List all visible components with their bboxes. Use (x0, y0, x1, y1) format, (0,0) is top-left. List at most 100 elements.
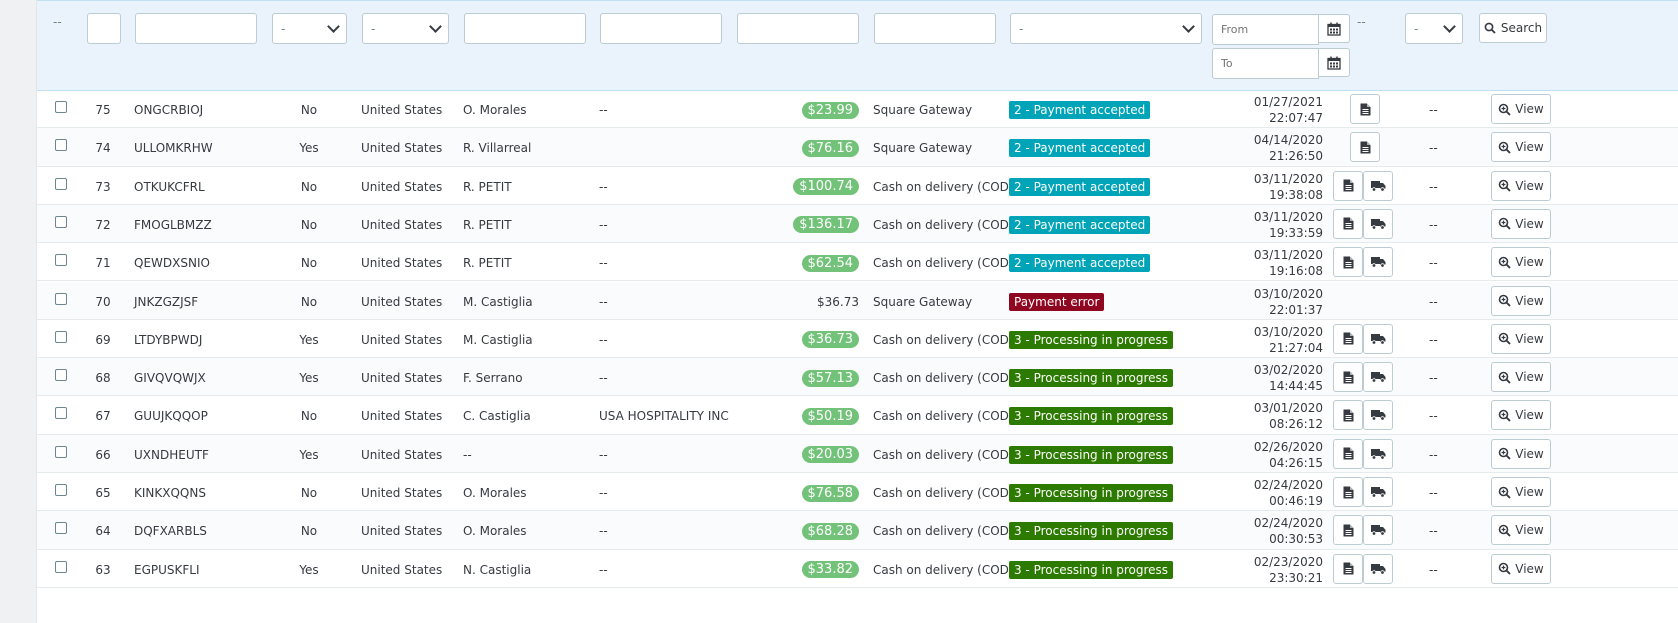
row-checkbox[interactable] (55, 560, 67, 573)
search-plus-icon (1498, 217, 1511, 231)
company-filter-input[interactable] (600, 13, 722, 44)
invoice-button[interactable] (1333, 477, 1363, 507)
row-checkbox[interactable] (55, 445, 67, 458)
calendar-icon[interactable] (1319, 14, 1350, 43)
calendar-icon[interactable] (1319, 48, 1350, 77)
table-row[interactable]: 74 ULLOMKRHW Yes United States R. Villarreal… (37, 128, 1678, 167)
delivery-slip-button[interactable] (1363, 438, 1393, 469)
status-filter-select[interactable]: - (1010, 13, 1202, 44)
invoice-button[interactable] (1333, 400, 1363, 431)
customer-name: R. PETIT (463, 217, 512, 232)
table-row[interactable]: 65 KINKXQQNS No United States O. Morales -- $7… (37, 473, 1678, 512)
delivery-slip-button[interactable] (1363, 553, 1393, 584)
truck-icon (1370, 333, 1386, 345)
table-row[interactable]: 64 DQFXARBLS No United States O. Morales -- $6… (37, 511, 1678, 550)
view-button[interactable]: View (1491, 247, 1551, 278)
delivery-slip-button[interactable] (1363, 362, 1393, 393)
table-row[interactable]: 68 GIVQVQWJX Yes United States F. Serrano -- $… (37, 358, 1678, 397)
delivery-slip-button[interactable] (1363, 323, 1393, 354)
view-button[interactable]: View (1491, 553, 1551, 584)
id-filter-input[interactable] (87, 13, 121, 44)
country-filter-select[interactable]: - (362, 13, 449, 44)
row-checkbox[interactable] (55, 139, 67, 152)
row-checkbox[interactable] (55, 215, 67, 228)
order-reference: ULLOMKRHW (134, 141, 213, 156)
date-from-input[interactable] (1212, 14, 1319, 45)
view-button[interactable]: View (1491, 515, 1551, 546)
order-total: $36.73 (737, 282, 859, 322)
payment-method: Cash on delivery (COD) (873, 409, 1014, 424)
view-button[interactable]: View (1491, 323, 1551, 354)
view-button[interactable]: View (1491, 208, 1551, 239)
view-button[interactable]: View (1491, 132, 1551, 163)
invoice-button[interactable] (1350, 94, 1380, 124)
row-checkbox[interactable] (55, 407, 67, 420)
invoice-button[interactable] (1333, 170, 1363, 201)
table-row[interactable]: 71 QEWDXSNIO No United States R. PETIT -- $62.… (37, 243, 1678, 283)
row-checkbox[interactable] (55, 369, 67, 382)
table-row[interactable]: 67 GUUJKQQOP No United States C. Castiglia US… (37, 396, 1678, 435)
order-date-day: 03/11/2020 (1253, 171, 1323, 186)
table-row[interactable]: 72 FMOGLBMZZ No United States R. PETIT -- $136… (37, 204, 1678, 244)
order-date-day: 03/01/2020 (1253, 401, 1323, 416)
order-status: 3 - Processing in progress (1009, 320, 1174, 360)
search-button[interactable]: Search (1479, 13, 1547, 43)
reference-filter-input[interactable] (135, 13, 257, 44)
total-filter-input[interactable] (737, 13, 859, 44)
invoice-button[interactable] (1333, 515, 1363, 546)
customer-filter-input[interactable] (464, 13, 586, 44)
invoice-button[interactable] (1333, 553, 1363, 584)
payment-filter-input[interactable] (874, 13, 996, 44)
table-row[interactable]: 66 UXNDHEUTF Yes United States -- -- $20.03 Cas… (37, 434, 1678, 473)
file-text-icon (1343, 447, 1354, 460)
invoice-button[interactable] (1333, 323, 1363, 354)
order-date: 03/11/2020 19:16:08 (1217, 243, 1323, 283)
order-status: 3 - Processing in progress (1009, 550, 1174, 590)
invoice-button[interactable] (1333, 247, 1363, 278)
invoice-button[interactable] (1333, 438, 1363, 469)
extra-column-value: -- (1429, 141, 1438, 156)
search-button-label: Search (1500, 21, 1543, 35)
delivery-slip-button[interactable] (1363, 515, 1393, 546)
country-value: United States (361, 447, 443, 462)
view-button[interactable]: View (1491, 438, 1551, 469)
company-name: -- (599, 179, 608, 194)
view-button[interactable]: View (1491, 362, 1551, 393)
delivery-slip-button[interactable] (1363, 208, 1393, 239)
table-row[interactable]: 69 LTDYBPWDJ Yes United States M. Castiglia -… (37, 320, 1678, 360)
view-button[interactable]: View (1491, 477, 1551, 507)
new-client-filter-select[interactable]: - (272, 13, 347, 44)
view-button[interactable]: View (1491, 285, 1551, 316)
delivery-slip-button[interactable] (1363, 400, 1393, 431)
row-checkbox[interactable] (55, 484, 67, 496)
view-button[interactable]: View (1491, 170, 1551, 201)
invoice-button[interactable] (1333, 362, 1363, 393)
payment-method: Cash on delivery (COD) (873, 486, 1014, 500)
table-row[interactable]: 63 EGPUSKFLI Yes United States N. Castiglia -… (37, 550, 1678, 588)
order-total: $62.54 (737, 243, 859, 283)
extra-filter-select[interactable]: - (1405, 13, 1463, 44)
total-value: $36.73 (801, 331, 859, 349)
row-checkbox[interactable] (55, 254, 67, 267)
table-row[interactable]: 70 JNKZGZJSF No United States M. Castiglia --… (37, 281, 1678, 322)
invoice-button[interactable] (1333, 208, 1363, 239)
table-row[interactable]: 73 OTKUKCFRL No United States R. PETIT -- $100… (37, 167, 1678, 205)
truck-icon (1370, 486, 1386, 498)
delivery-slip-button[interactable] (1363, 477, 1393, 507)
table-row[interactable]: 75 ONGCRBIOJ No United States O. Morales -- $2… (37, 90, 1678, 129)
invoice-button[interactable] (1350, 132, 1380, 163)
delivery-slip-button[interactable] (1363, 247, 1393, 278)
row-checkbox[interactable] (55, 522, 67, 535)
row-checkbox[interactable] (55, 177, 67, 190)
row-checkbox[interactable] (55, 330, 67, 343)
extra-filter-value: - (1414, 21, 1419, 36)
view-button[interactable]: View (1491, 400, 1551, 431)
row-checkbox[interactable] (55, 292, 67, 305)
order-date-time: 04:26:15 (1269, 455, 1323, 470)
delivery-slip-button[interactable] (1363, 170, 1393, 201)
view-button[interactable]: View (1491, 94, 1551, 124)
extra-column-value: -- (1429, 256, 1438, 271)
row-checkbox[interactable] (55, 101, 67, 113)
company-name: -- (599, 447, 608, 462)
date-to-input[interactable] (1212, 48, 1319, 79)
